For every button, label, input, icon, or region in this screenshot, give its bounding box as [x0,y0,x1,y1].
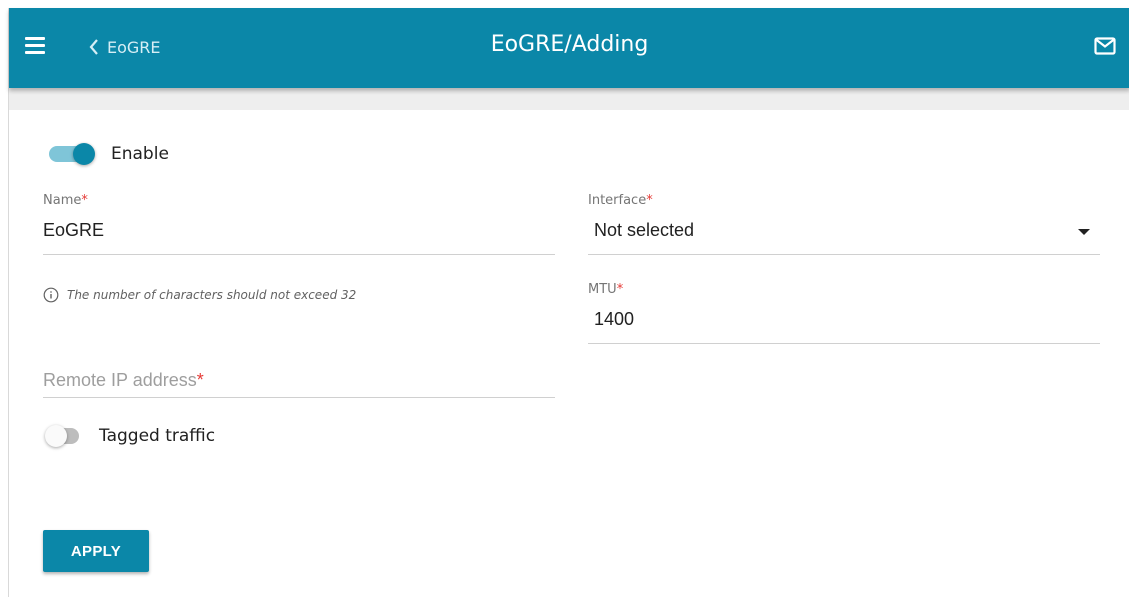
mail-icon[interactable] [1094,37,1116,55]
apply-button[interactable]: APPLY [43,530,149,572]
enable-label: Enable [111,144,169,164]
tagged-traffic-toggle-track [45,425,79,447]
interface-value[interactable]: Not selected [594,220,694,241]
enable-toggle-knob [73,143,95,165]
interface-select[interactable]: Interface* Not selected [588,193,1100,255]
app-window: EoGRE EoGRE/Adding Enable Name* EoGRE Th… [8,8,1129,597]
form-content: Enable Name* EoGRE The number of charact… [9,110,1129,597]
name-field[interactable]: Name* EoGRE [43,193,555,255]
tagged-traffic-label: Tagged traffic [99,426,216,446]
remote-ip-field[interactable]: Remote IP address* [43,360,555,398]
mtu-label: MTU* [588,282,624,297]
tagged-traffic-toggle-knob [45,425,67,447]
top-bar: EoGRE EoGRE/Adding [9,8,1129,88]
enable-toggle-track [49,143,95,165]
name-hint: The number of characters should not exce… [43,287,356,303]
name-label: Name* [43,193,88,208]
remote-ip-placeholder: Remote IP address* [43,370,204,390]
name-value[interactable]: EoGRE [43,220,104,241]
info-icon [43,287,59,303]
chevron-down-icon[interactable] [1078,229,1090,235]
interface-label: Interface* [588,193,653,208]
mtu-value[interactable]: 1400 [594,309,634,330]
sub-header-bar [9,88,1129,110]
enable-toggle[interactable]: Enable [49,143,169,165]
name-hint-text: The number of characters should not exce… [67,288,357,302]
tagged-traffic-toggle[interactable]: Tagged traffic [45,425,216,447]
page-title: EoGRE/Adding [490,32,649,57]
mtu-field[interactable]: MTU* 1400 [588,282,1100,344]
